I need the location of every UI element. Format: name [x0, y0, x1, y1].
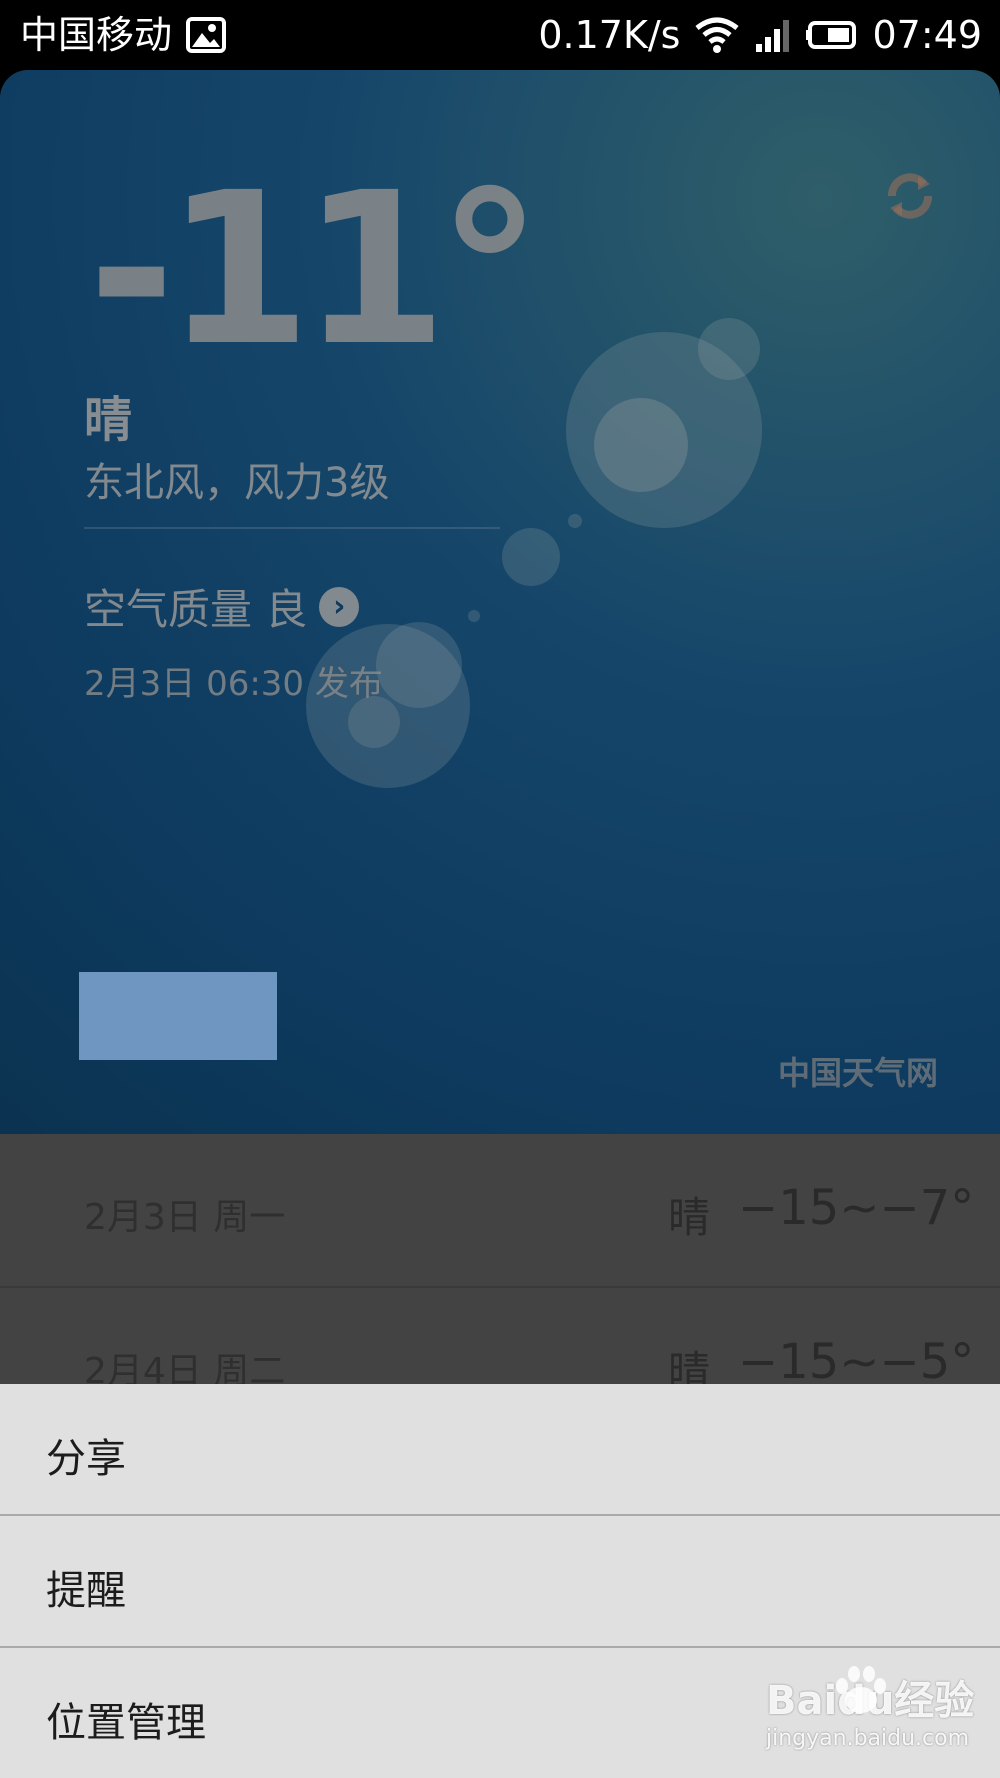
air-quality-link[interactable]: 空气质量 良 › [84, 576, 360, 637]
forecast-date: 2月3日 周一 [84, 1197, 286, 1238]
highlight-box [79, 972, 277, 1060]
source-label: 中国天气网 [778, 1054, 939, 1092]
current-temperature: -11° [88, 147, 542, 392]
menu-item-reminder[interactable]: 提醒 [0, 1516, 1000, 1648]
menu-item-label: 提醒 [46, 1568, 126, 1614]
wind-info: 东北风，风力3级 [84, 460, 390, 506]
menu-item-share[interactable]: 分享 [0, 1384, 1000, 1516]
forecast-temp: −15~−7° [738, 1180, 975, 1236]
bokeh-decoration [698, 318, 760, 380]
chevron-right-icon: › [319, 586, 360, 627]
forecast-list: 2月3日 周一 晴 −15~−7° 2月4日 周二 晴 −15~−5° [0, 1134, 1000, 1396]
forecast-condition: 晴 [668, 1193, 711, 1242]
bokeh-decoration [376, 622, 462, 708]
watermark-url: jingyan.baidu.com [766, 1726, 970, 1751]
publish-time: 2月3日 06:30 发布 [84, 664, 383, 704]
network-speed: 0.17K/s [538, 13, 681, 57]
menu-item-label: 分享 [46, 1436, 126, 1482]
forecast-temp: −15~−5° [738, 1334, 975, 1390]
bokeh-decoration [502, 528, 560, 586]
carrier-label: 中国移动 [20, 13, 173, 57]
baidu-watermark: Baidu经验 jingyan.baidu.com [766, 1666, 974, 1751]
refresh-icon[interactable] [880, 166, 940, 226]
weather-card: -11° 晴 东北风，风力3级 空气质量 良 › 2月3日 06:30 发布 中… [0, 70, 1000, 1134]
forecast-row[interactable]: 2月3日 周一 晴 −15~−7° [0, 1134, 1000, 1288]
bokeh-decoration [594, 398, 688, 492]
wifi-icon [695, 17, 740, 53]
divider [84, 527, 500, 529]
weather-condition: 晴 [84, 392, 133, 448]
bokeh-decoration [568, 514, 582, 528]
paw-logo-icon [836, 1666, 886, 1713]
air-quality-label: 空气质量 良 [84, 585, 308, 634]
bokeh-decoration [468, 610, 480, 622]
clock: 07:49 [872, 13, 982, 57]
battery-icon [806, 21, 857, 49]
signal-icon [756, 20, 790, 52]
image-notification-icon [186, 17, 227, 53]
menu-item-label: 位置管理 [46, 1700, 206, 1746]
status-bar: 中国移动 0.17K/s 07:49 [0, 0, 1000, 70]
